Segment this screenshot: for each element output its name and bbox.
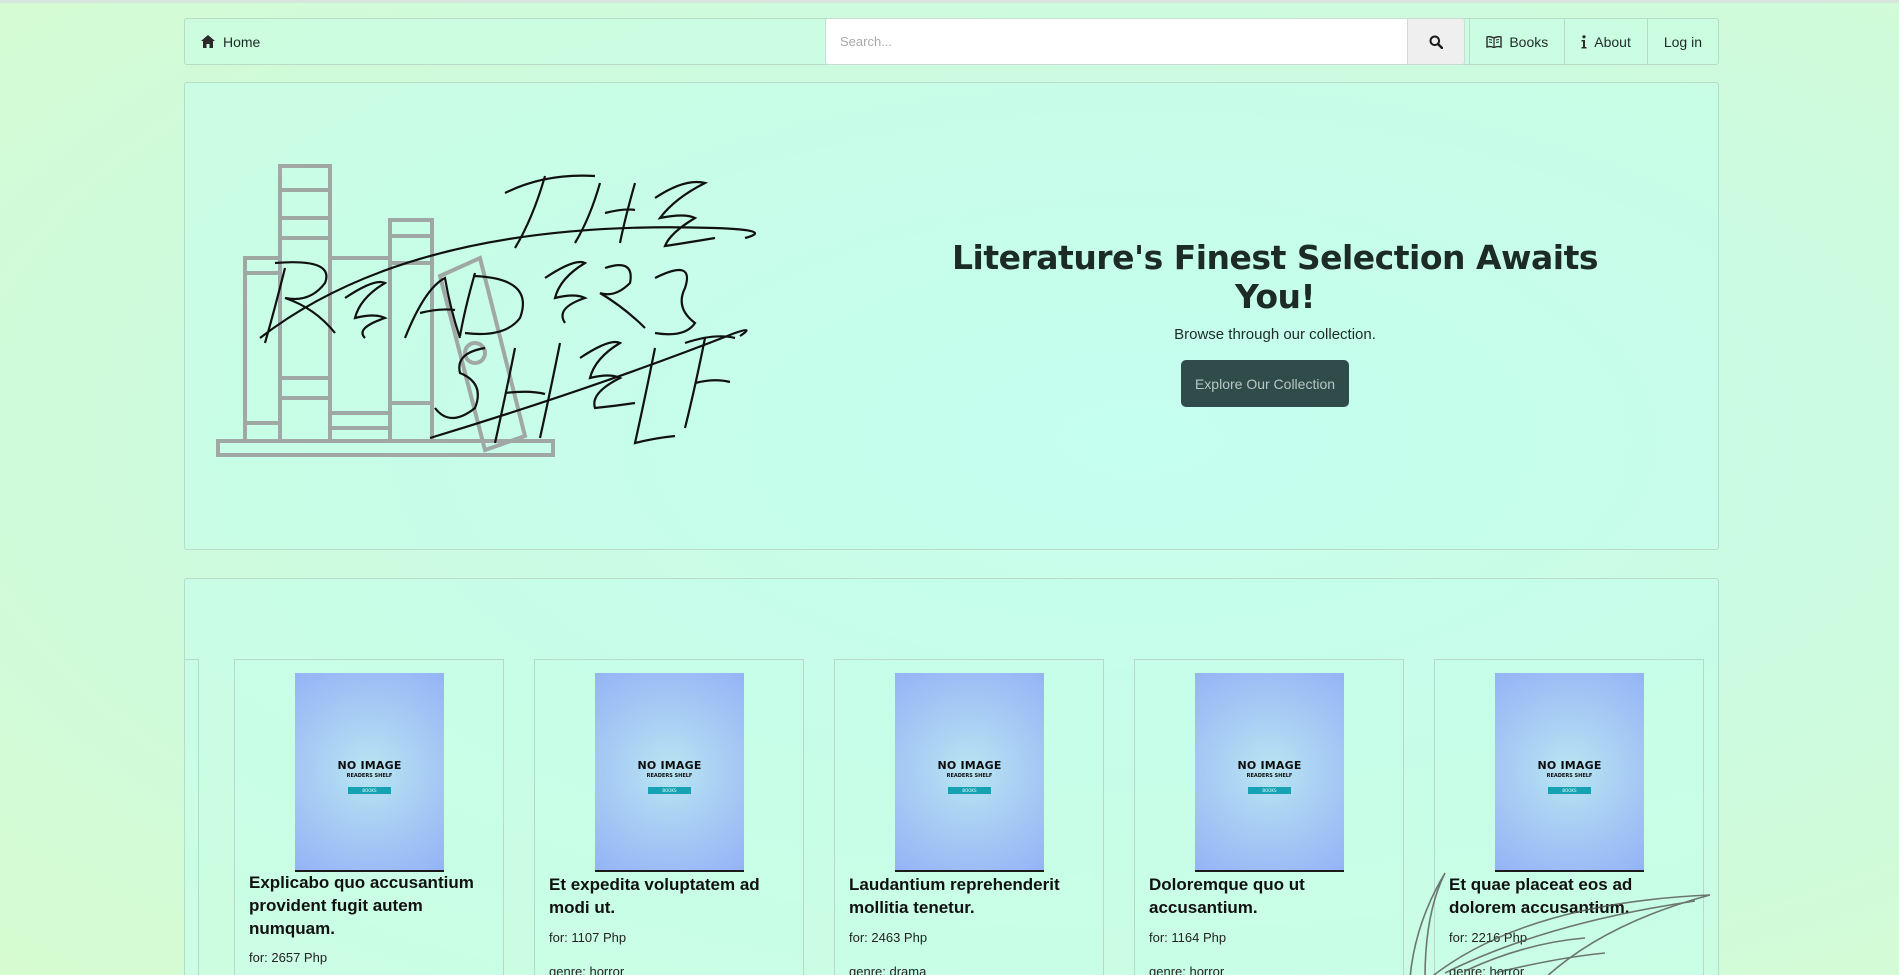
book-cover: NO IMAGE READERS SHELF BOOKS [1195, 673, 1344, 872]
book-genre: genre: horror [549, 964, 625, 975]
book-cover: NO IMAGE READERS SHELF BOOKS [1495, 673, 1644, 872]
book-card[interactable]: NO IMAGE READERS SHELF BOOKS Laudantium … [834, 659, 1104, 975]
search-bar [825, 18, 1465, 65]
book-genre: genre: horror [1149, 964, 1225, 975]
books-carousel: NO IMAGE READERS SHELF BOOKS Explicabo q… [184, 578, 1719, 975]
info-icon [1581, 34, 1587, 48]
book-title[interactable]: Et expedita voluptatem ad modi ut. [549, 873, 793, 919]
explore-collection-button[interactable]: Explore Our Collection [1181, 360, 1349, 407]
book-genre: genre: horror [1449, 964, 1525, 975]
nav-about-label: About [1594, 33, 1631, 50]
cover-tag-text: BOOKS [348, 787, 391, 794]
cover-brand-text: READERS SHELF [646, 773, 693, 779]
book-price: for: 1164 Php [1149, 930, 1227, 945]
book-card[interactable]: NO IMAGE READERS SHELF BOOKS Doloremque … [1134, 659, 1404, 975]
cover-brand-text: READERS SHELF [1546, 773, 1593, 779]
hero-section: Literature's Finest Selection Awaits You… [184, 82, 1719, 550]
nav-right-menu: Books About Log in [1469, 19, 1718, 64]
nav-books-link[interactable]: Books [1469, 19, 1564, 64]
cover-tag-text: BOOKS [648, 787, 691, 794]
readers-shelf-logo [216, 164, 757, 457]
book-cover: NO IMAGE READERS SHELF BOOKS [295, 673, 444, 872]
book-price: for: 1107 Php [549, 930, 627, 945]
cover-no-image-text: NO IMAGE [1237, 759, 1302, 772]
cover-no-image-text: NO IMAGE [1537, 759, 1602, 772]
hero-subtitle: Browse through our collection. [1174, 326, 1376, 343]
nav-login-label: Log in [1663, 33, 1702, 50]
book-cover: NO IMAGE READERS SHELF BOOKS [595, 673, 744, 872]
book-price: for: 2216 Php [1449, 930, 1528, 945]
nav-about-link[interactable]: About [1564, 19, 1647, 64]
search-icon [1429, 35, 1443, 49]
hero-title: Literature's Finest Selection Awaits You… [952, 238, 1599, 316]
nav-books-label: Books [1509, 33, 1549, 50]
book-card[interactable]: NO IMAGE READERS SHELF BOOKS Et expedita… [534, 659, 804, 975]
book-title[interactable]: Explicabo quo accusantium provident fugi… [249, 871, 493, 940]
book-icon [1486, 35, 1503, 48]
book-card[interactable]: NO IMAGE READERS SHELF BOOKS Et quae pla… [1434, 659, 1704, 975]
cover-no-image-text: NO IMAGE [337, 759, 402, 772]
nav-login-link[interactable]: Log in [1646, 19, 1718, 64]
book-card[interactable]: NO IMAGE READERS SHELF BOOKS Explicabo q… [234, 659, 504, 975]
cover-no-image-text: NO IMAGE [937, 759, 1002, 772]
cover-tag-text: BOOKS [948, 787, 991, 794]
cover-brand-text: READERS SHELF [946, 773, 993, 779]
cover-brand-text: READERS SHELF [1246, 773, 1293, 779]
book-title[interactable]: Et quae placeat eos ad dolorem accusanti… [1449, 873, 1693, 919]
book-price: for: 2463 Php [849, 930, 928, 945]
book-cover: NO IMAGE READERS SHELF BOOKS [895, 673, 1044, 872]
nav-home-label: Home [223, 33, 261, 50]
book-price: for: 2657 Php [249, 950, 328, 965]
book-card-partial[interactable] [185, 659, 199, 975]
cover-tag-text: BOOKS [1248, 787, 1291, 794]
nav-home-link[interactable]: Home [185, 19, 825, 64]
home-icon [201, 35, 215, 48]
navbar: Home Books About Log in [184, 18, 1719, 65]
cover-brand-text: READERS SHELF [346, 773, 393, 779]
search-input[interactable] [825, 18, 1407, 65]
cover-tag-text: BOOKS [1548, 787, 1591, 794]
book-title[interactable]: Laudantium reprehenderit mollitia tenetu… [849, 873, 1093, 919]
cover-no-image-text: NO IMAGE [637, 759, 702, 772]
book-genre: genre: drama [849, 964, 927, 975]
search-button[interactable] [1407, 18, 1465, 65]
book-title[interactable]: Doloremque quo ut accusantium. [1149, 873, 1393, 919]
